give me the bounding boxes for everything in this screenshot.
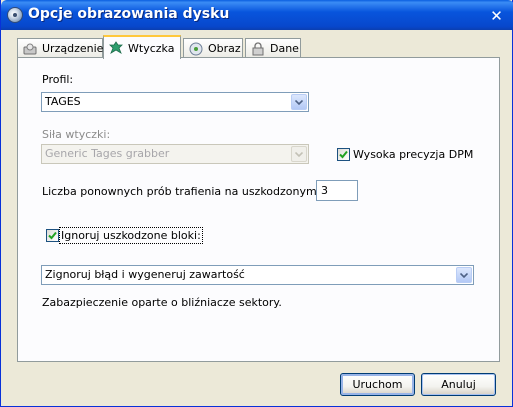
profile-dropdown[interactable]: TAGES — [41, 92, 309, 112]
close-button[interactable]: ✕ — [486, 5, 507, 26]
plugin-strength-label: Siła wtyczki: — [42, 128, 111, 141]
ignore-bad-blocks-checkbox[interactable] — [46, 229, 59, 242]
profile-value: TAGES — [45, 95, 81, 108]
checkmark-icon — [48, 231, 57, 240]
protection-description: Zabazpieczenie oparte o bliźniacze sekto… — [42, 296, 282, 309]
run-button[interactable]: Uruchom — [340, 373, 415, 396]
high-precision-dpm-checkbox[interactable] — [337, 148, 350, 161]
tab-plugin-label: Wtyczka — [128, 41, 175, 55]
plugin-strength-dropdown[interactable]: Generic Tages grabber — [41, 144, 309, 164]
tab-device-label: Urządzenie — [42, 42, 104, 55]
ignore-bad-blocks-label[interactable]: Ignoruj uszkodzone bloki: — [59, 227, 203, 244]
tab-data[interactable]: Dane — [245, 38, 301, 58]
checkmark-icon — [339, 150, 348, 159]
plugin-icon — [108, 40, 124, 56]
plugin-strength-value: Generic Tages grabber — [45, 147, 170, 160]
tab-device[interactable]: Urządzenie — [17, 38, 103, 58]
retries-label: Liczba ponownych prób trafienia na uszko… — [42, 185, 354, 198]
bad-block-action-dropdown[interactable]: Zignoruj błąd i wygeneruj zawartość — [41, 265, 474, 285]
close-icon: ✕ — [490, 6, 503, 25]
image-icon — [188, 41, 204, 57]
high-precision-dpm-label[interactable]: Wysoka precyzja DPM — [353, 148, 473, 161]
data-lock-icon — [250, 41, 266, 57]
title-bar[interactable]: Opcje obrazowania dysku ✕ — [1, 0, 513, 30]
cancel-button[interactable]: Anuluj — [421, 373, 496, 396]
profile-label: Profil: — [42, 73, 74, 86]
retries-input[interactable]: 3 — [316, 180, 358, 201]
tab-plugin[interactable]: Wtyczka — [103, 35, 181, 59]
chevron-down-icon[interactable] — [456, 267, 472, 283]
disc-icon — [7, 7, 23, 23]
device-icon — [22, 41, 38, 57]
chevron-down-icon[interactable] — [291, 146, 307, 162]
chevron-down-icon[interactable] — [291, 94, 307, 110]
dialog-window: Opcje obrazowania dysku ✕ Urządzenie Wty… — [0, 0, 513, 407]
tab-data-label: Dane — [270, 42, 299, 55]
tab-image[interactable]: Obraz — [183, 38, 243, 58]
tab-image-label: Obraz — [208, 42, 241, 55]
plugin-panel: Profil: TAGES Siła wtyczki: Generic Tage… — [17, 57, 500, 362]
bad-block-action-value: Zignoruj błąd i wygeneruj zawartość — [45, 268, 245, 281]
window-title: Opcje obrazowania dysku — [28, 6, 230, 22]
